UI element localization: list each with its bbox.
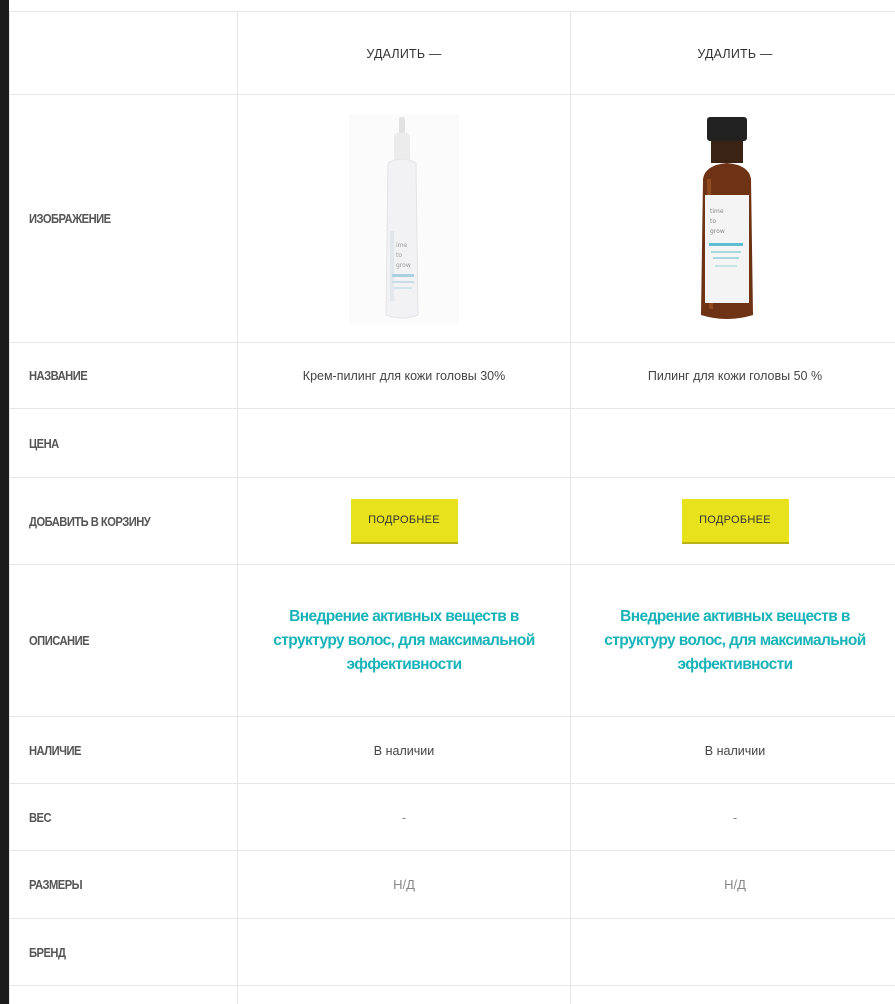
dimensions-cell-2: Н/Д [570, 850, 895, 919]
remove-row-label [9, 11, 238, 95]
weight-cell-1: - [237, 783, 571, 851]
svg-text:grow: grow [710, 228, 725, 235]
description-cell-1: Внедрение активных веществ в структуру в… [237, 564, 571, 717]
product-2-name[interactable]: Пилинг для кожи головы 50 % [648, 369, 822, 383]
description-row-label: ОПИСАНИЕ [9, 564, 238, 717]
remove-cell-2: УДАЛИТЬ — [570, 11, 895, 95]
price-cell-2 [570, 408, 895, 478]
remove-row: УДАЛИТЬ — УДАЛИТЬ — [9, 11, 895, 95]
trailing-cell-2 [570, 985, 895, 1004]
cart-cell-1: ПОДРОБНЕЕ [237, 477, 571, 565]
dimensions-row: РАЗМЕРЫ Н/Д Н/Д [9, 850, 895, 919]
product-1-details-button[interactable]: ПОДРОБНЕЕ [350, 498, 458, 544]
remove-cell-1: УДАЛИТЬ — [237, 11, 571, 95]
image-cell-1: ime to grow [237, 94, 571, 343]
product-1-description: Внедрение активных веществ в структуру в… [273, 607, 535, 673]
price-row: ЦЕНА [9, 408, 895, 478]
product-1-weight: - [401, 809, 407, 825]
name-cell-1: Крем-пилинг для кожи головы 30% [237, 342, 571, 409]
cart-row-label: ДОБАВИТЬ В КОРЗИНУ [9, 477, 238, 565]
weight-row: ВЕС - - [9, 783, 895, 851]
amber-dropper-bottle-product-image[interactable]: time to grow [675, 109, 795, 329]
availability-cell-2: В наличии [570, 716, 895, 784]
compare-page: УДАЛИТЬ — УДАЛИТЬ — ИЗОБРАЖЕНИЕ ime to g… [9, 0, 895, 1004]
dimensions-row-label: РАЗМЕРЫ [9, 850, 238, 919]
product-1-name[interactable]: Крем-пилинг для кожи головы 30% [303, 369, 505, 383]
trailing-cell-1 [237, 985, 571, 1004]
svg-text:to: to [396, 252, 402, 259]
brand-row-label: БРЕНД [9, 918, 238, 986]
name-cell-2: Пилинг для кожи головы 50 % [570, 342, 895, 409]
cart-row: ДОБАВИТЬ В КОРЗИНУ ПОДРОБНЕЕ ПОДРОБНЕЕ [9, 477, 895, 565]
remove-product-2-link[interactable]: УДАЛИТЬ — [697, 47, 772, 61]
image-row: ИЗОБРАЖЕНИЕ ime to grow time to grow [9, 94, 895, 343]
svg-text:to: to [710, 218, 716, 225]
price-row-label: ЦЕНА [9, 408, 238, 478]
product-1-dimensions: Н/Д [393, 877, 415, 892]
white-spray-bottle-product-image[interactable]: ime to grow [344, 109, 464, 329]
cart-cell-2: ПОДРОБНЕЕ [570, 477, 895, 565]
price-cell-1 [237, 408, 571, 478]
product-2-dimensions: Н/Д [724, 877, 746, 892]
dimensions-cell-1: Н/Д [237, 850, 571, 919]
product-1-availability: В наличии [373, 743, 435, 758]
description-cell-2: Внедрение активных веществ в структуру в… [570, 564, 895, 717]
product-2-weight: - [732, 809, 738, 825]
image-row-label: ИЗОБРАЖЕНИЕ [9, 94, 238, 343]
trailing-row-label [9, 985, 238, 1004]
compare-table: УДАЛИТЬ — УДАЛИТЬ — ИЗОБРАЖЕНИЕ ime to g… [9, 11, 895, 1004]
remove-product-1-link[interactable]: УДАЛИТЬ — [366, 47, 441, 61]
product-2-availability: В наличии [704, 743, 766, 758]
weight-row-label: ВЕС [9, 783, 238, 851]
brand-cell-2 [570, 918, 895, 986]
svg-text:time: time [710, 208, 724, 215]
svg-text:grow: grow [396, 262, 411, 269]
description-row: ОПИСАНИЕ Внедрение активных веществ в ст… [9, 564, 895, 717]
image-cell-2: time to grow [570, 94, 895, 343]
trailing-row [9, 985, 895, 1004]
availability-row: НАЛИЧИЕ В наличии В наличии [9, 716, 895, 784]
availability-cell-1: В наличии [237, 716, 571, 784]
product-2-description: Внедрение активных веществ в структуру в… [604, 607, 866, 673]
brand-cell-1 [237, 918, 571, 986]
availability-row-label: НАЛИЧИЕ [9, 716, 238, 784]
name-row-label: НАЗВАНИЕ [9, 342, 238, 409]
brand-row: БРЕНД [9, 918, 895, 986]
weight-cell-2: - [570, 783, 895, 851]
svg-text:ime: ime [396, 242, 408, 249]
name-row: НАЗВАНИЕ Крем-пилинг для кожи головы 30%… [9, 342, 895, 409]
product-2-details-button[interactable]: ПОДРОБНЕЕ [681, 498, 789, 544]
